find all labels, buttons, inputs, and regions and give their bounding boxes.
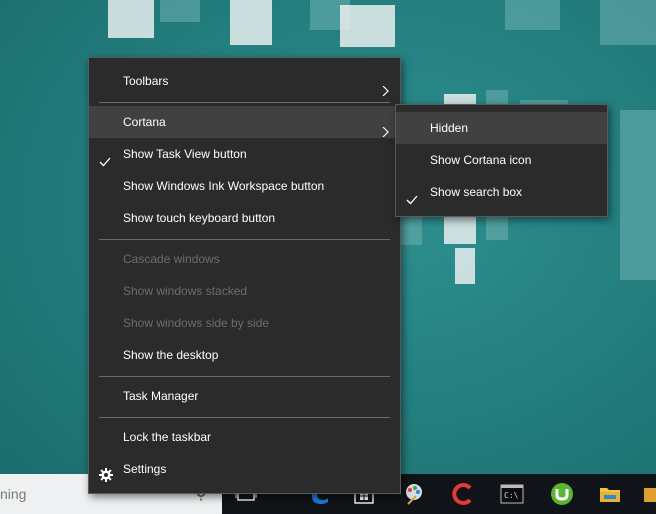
menu-separator	[99, 417, 390, 418]
menu-item-show-desktop[interactable]: Show the desktop	[89, 339, 400, 371]
menu-separator	[99, 239, 390, 240]
menu-item-task-manager[interactable]: Task Manager	[89, 380, 400, 412]
menu-item-label: Cortana	[123, 115, 166, 129]
menu-item-label: Lock the taskbar	[123, 430, 212, 444]
menu-item-label: Task Manager	[123, 389, 199, 403]
menu-item-label: Cascade windows	[123, 252, 220, 266]
ccleaner-icon[interactable]	[452, 482, 476, 506]
submenu-item-show-cortana-icon[interactable]: Show Cortana icon	[396, 144, 607, 176]
menu-item-show-touch-keyboard[interactable]: Show touch keyboard button	[89, 202, 400, 234]
menu-item-show-windows-stacked: Show windows stacked	[89, 275, 400, 307]
menu-item-settings[interactable]: Settings	[89, 453, 400, 485]
menu-item-label: Show windows side by side	[123, 316, 270, 330]
cortana-submenu: Hidden Show Cortana icon Show search box	[395, 104, 608, 217]
svg-text:C:\: C:\	[504, 491, 519, 500]
menu-item-label: Show Windows Ink Workspace button	[123, 179, 325, 193]
submenu-item-label: Show search box	[430, 185, 523, 199]
menu-item-show-task-view[interactable]: Show Task View button	[89, 138, 400, 170]
menu-item-label: Settings	[123, 462, 167, 476]
menu-separator	[99, 376, 390, 377]
search-text: ning	[0, 486, 27, 502]
menu-separator	[99, 102, 390, 103]
paint-icon[interactable]	[402, 482, 426, 506]
menu-item-label: Show touch keyboard button	[123, 211, 276, 225]
menu-item-cortana[interactable]: Cortana	[89, 106, 400, 138]
menu-item-show-windows-side-by-side: Show windows side by side	[89, 307, 400, 339]
menu-item-label: Show windows stacked	[123, 284, 248, 298]
menu-item-toolbars[interactable]: Toolbars	[89, 65, 400, 97]
menu-item-label: Show the desktop	[123, 348, 219, 362]
submenu-item-show-search-box[interactable]: Show search box	[396, 176, 607, 208]
submenu-item-label: Show Cortana icon	[430, 153, 532, 167]
menu-item-label: Show Task View button	[123, 147, 247, 161]
submenu-item-label: Hidden	[430, 121, 469, 135]
menu-item-show-ink-workspace[interactable]: Show Windows Ink Workspace button	[89, 170, 400, 202]
submenu-item-hidden[interactable]: Hidden	[396, 112, 607, 144]
menu-item-cascade-windows: Cascade windows	[89, 243, 400, 275]
command-prompt-icon[interactable]: C:\	[500, 482, 524, 506]
app-icon[interactable]	[644, 482, 656, 506]
gear-icon	[99, 462, 113, 482]
taskbar-context-menu: Toolbars Cortana Show Task View button S…	[88, 57, 401, 494]
menu-item-label: Toolbars	[123, 74, 169, 88]
checkmark-icon	[99, 148, 111, 167]
menu-item-lock-taskbar[interactable]: Lock the taskbar	[89, 421, 400, 453]
utorrent-icon[interactable]	[550, 482, 574, 506]
file-explorer-icon[interactable]	[598, 482, 622, 506]
checkmark-icon	[406, 186, 418, 205]
chevron-right-icon	[380, 76, 390, 97]
chevron-right-icon	[380, 117, 390, 138]
